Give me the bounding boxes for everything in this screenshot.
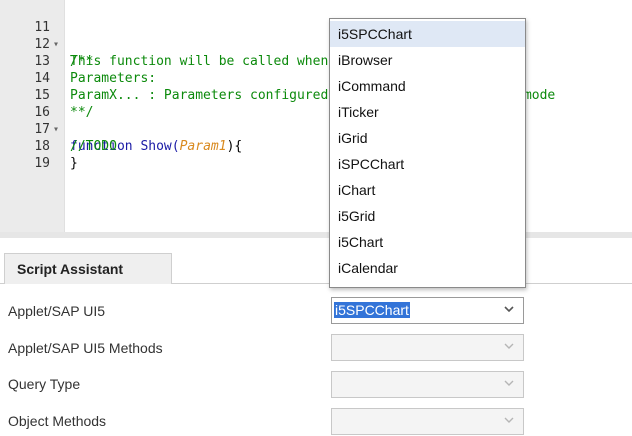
dropdown-option[interactable]: iCalendar [330,255,525,281]
query-type-select[interactable] [331,371,524,398]
object-methods-label: Object Methods [8,413,107,429]
dropdown-option[interactable]: iSPCChart [330,151,525,177]
code-line[interactable]: 13 Parameters: [0,36,632,86]
applet-ui5-methods-select[interactable] [331,334,524,361]
chevron-down-icon [504,417,514,423]
dropdown-option[interactable]: iBrowser [330,47,525,73]
code-line[interactable]: 15 **/ [0,70,632,120]
script-editor-window: 11 ▾ /** 12 This function will be called… [0,0,632,436]
query-type-label: Query Type [8,376,81,392]
dropdown-option[interactable]: iGrid [330,125,525,151]
applet-dropdown-list[interactable]: i5SPCChart iBrowser iCommand iTicker iGr… [329,18,526,288]
dropdown-option[interactable]: iCommand [330,73,525,99]
applet-ui5-select[interactable]: i5SPCChart [331,297,524,324]
code-line[interactable]: 14 ParamX... : Parameters configured in … [0,53,632,103]
code-text: } [70,156,78,171]
dropdown-option[interactable]: i5SPCChart [330,21,525,47]
dropdown-option[interactable]: i5Grid [330,203,525,229]
chevron-down-icon [504,306,514,313]
applet-ui5-label: Applet/SAP UI5 [8,303,106,319]
line-number: 19 [34,156,50,171]
dropdown-option[interactable]: i5Chart [330,229,525,255]
tab-script-assistant[interactable]: Script Assistant [4,253,172,284]
code-line[interactable]: 12 This function will be called when the… [0,19,632,69]
object-methods-select[interactable] [331,408,524,435]
chevron-down-icon [504,380,514,386]
code-line[interactable]: 11 ▾ /** [0,2,632,69]
tab-label: Script Assistant [17,261,124,277]
dropdown-option[interactable]: iChart [330,177,525,203]
selected-value: i5SPCChart [334,302,410,318]
code-line[interactable]: 19 [0,138,632,171]
dropdown-option[interactable]: iTicker [330,99,525,125]
code-line[interactable]: 16 ▾ function Show(Param1){ [0,87,632,154]
chevron-down-icon [504,343,514,349]
applet-ui5-methods-label: Applet/SAP UI5 Methods [8,340,163,356]
code-line[interactable]: 18 } [0,121,632,171]
code-editor[interactable]: 11 ▾ /** 12 This function will be called… [0,0,632,236]
code-line[interactable]: 17 //TODO [0,104,632,154]
